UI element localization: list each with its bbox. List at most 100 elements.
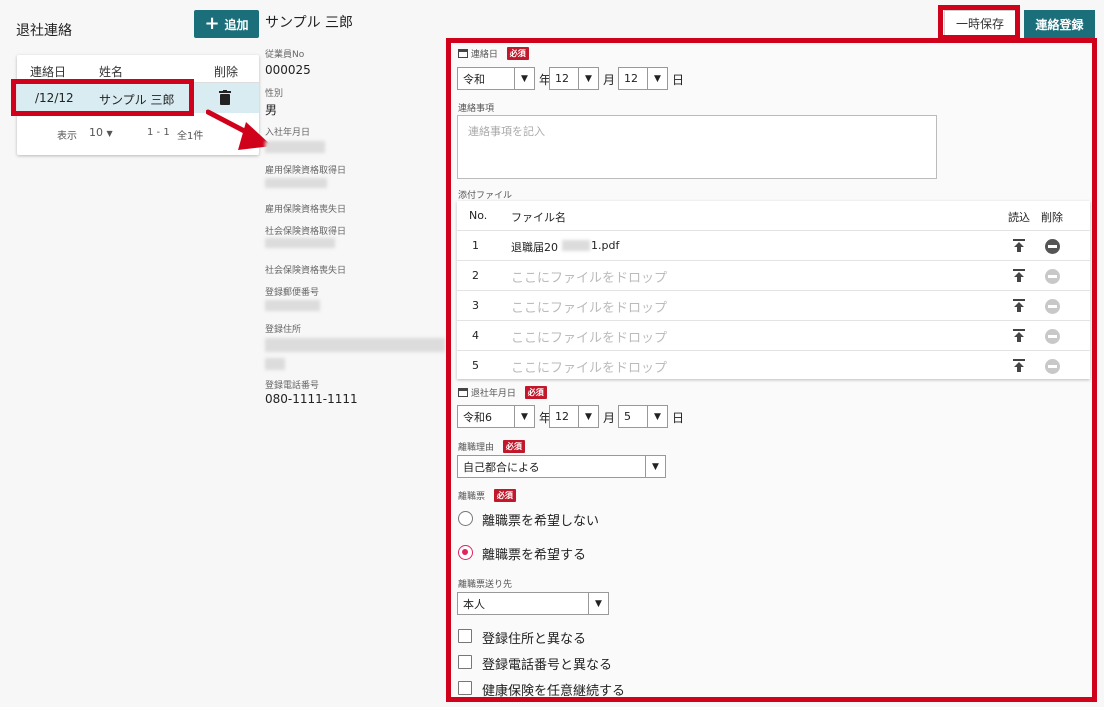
label-address: 登録住所: [265, 325, 302, 335]
radio-slip-yes[interactable]: [458, 545, 473, 560]
contact-month-select[interactable]: 12 ▼: [549, 67, 599, 90]
trash-icon[interactable]: [219, 90, 231, 105]
table-row[interactable]: 3 ここにファイルをドロップ: [457, 291, 1090, 321]
dropdown-arrow-icon: ▼: [514, 68, 534, 89]
dropdown-arrow-icon: ▼: [514, 406, 534, 427]
register-button[interactable]: 連絡登録: [1024, 10, 1095, 38]
page-title: 退社連絡: [16, 23, 72, 39]
label-gender: 性別: [265, 89, 284, 99]
leave-era-select[interactable]: 令和6 ▼: [457, 405, 535, 428]
label-postal: 登録郵便番号: [265, 288, 320, 298]
value-gender: 男: [265, 103, 278, 117]
slip-label: 離職票 必須: [458, 489, 516, 502]
col-name: 姓名: [99, 65, 124, 79]
redacted-address: [265, 338, 445, 352]
drop-zone-text: ここにファイルをドロップ: [511, 361, 668, 376]
highlight-box-temp-save: [938, 5, 1020, 40]
contact-form: 連絡日 必須 令和 ▼ 年 12 ▼ 月 12 ▼ 日 連絡事項 連絡事項を記入 添付…: [446, 38, 1097, 702]
required-badge: 必須: [502, 440, 525, 453]
remove-circle-icon: [1045, 359, 1060, 374]
chevron-down-icon: ▼: [106, 129, 113, 138]
leave-date-label: 退社年月日 必須: [458, 386, 547, 399]
upload-icon[interactable]: [1013, 299, 1025, 312]
label-soc-ins-lose: 社会保険資格喪失日: [265, 266, 347, 276]
dropdown-arrow-icon: ▼: [578, 406, 598, 427]
range-text: 1 - 1: [147, 127, 170, 138]
notes-textarea[interactable]: 連絡事項を記入: [457, 115, 937, 179]
drop-zone-text: ここにファイルをドロップ: [511, 271, 668, 286]
label-emp-ins-lose: 雇用保険資格喪失日: [265, 205, 347, 215]
notes-label: 連絡事項: [458, 104, 495, 114]
reason-select[interactable]: 自己都合による ▼: [457, 455, 666, 478]
required-badge: 必須: [493, 489, 516, 502]
attachments-header: No. ファイル名 読込 削除: [457, 201, 1090, 231]
label-emp-ins-get: 雇用保険資格取得日: [265, 166, 347, 176]
day-unit: 日: [672, 411, 685, 425]
table-row[interactable]: 4 ここにファイルをドロップ: [457, 321, 1090, 351]
highlight-box-row: [11, 79, 194, 116]
table-row: 1 退職届20 1.pdf: [457, 231, 1090, 261]
contact-day-select[interactable]: 12 ▼: [618, 67, 668, 90]
calendar-icon: [458, 49, 468, 58]
redacted-emp-ins-get: [265, 178, 327, 188]
col-delete: 削除: [214, 65, 239, 79]
radio-slip-no[interactable]: [458, 511, 473, 526]
checkbox-health-insurance-label: 健康保険を任意継続する: [482, 684, 626, 699]
checkbox-address-differs-label: 登録住所と異なる: [482, 632, 587, 647]
radio-slip-yes-label: 離職票を希望する: [482, 548, 587, 563]
day-unit: 日: [672, 73, 685, 87]
label-phone: 登録電話番号: [265, 381, 320, 391]
page-size-select[interactable]: 10 ▼: [89, 126, 113, 139]
add-button[interactable]: + 追加: [194, 10, 259, 38]
remove-circle-icon: [1045, 269, 1060, 284]
remove-circle-icon: [1045, 329, 1060, 344]
redacted-file-part: [562, 240, 590, 251]
redacted-address-2: [265, 358, 285, 370]
month-unit: 月: [603, 73, 616, 87]
dropdown-arrow-icon: ▼: [647, 406, 667, 427]
remove-circle-icon[interactable]: [1045, 239, 1060, 254]
checkbox-address-differs[interactable]: [458, 629, 472, 643]
radio-slip-no-label: 離職票を希望しない: [482, 514, 600, 529]
leave-day-select[interactable]: 5 ▼: [618, 405, 668, 428]
col-date: 連絡日: [30, 65, 67, 79]
add-button-label: 追加: [224, 17, 249, 32]
drop-zone-text: ここにファイルをドロップ: [511, 331, 668, 346]
upload-icon[interactable]: [1013, 329, 1025, 342]
upload-icon[interactable]: [1013, 359, 1025, 372]
attachments-label: 添付ファイル: [458, 191, 513, 201]
file-name: 退職届20: [511, 241, 558, 254]
total-text: 全1件: [177, 131, 204, 142]
attachments-table: No. ファイル名 読込 削除 1 退職届20 1.pdf 2 ここにファイルを…: [457, 201, 1090, 379]
dropdown-arrow-icon: ▼: [588, 593, 608, 614]
plus-icon: +: [204, 13, 220, 34]
label-employee-no: 従業員No: [265, 50, 305, 60]
upload-icon[interactable]: [1013, 239, 1025, 252]
redacted-soc-ins-get: [265, 238, 335, 248]
employee-name: サンプル 三郎: [265, 15, 354, 31]
reason-label: 離職理由 必須: [458, 440, 525, 453]
value-phone: 080-1111-1111: [265, 392, 358, 406]
dropdown-arrow-icon: ▼: [645, 456, 665, 477]
dropdown-arrow-icon: ▼: [647, 68, 667, 89]
label-soc-ins-get: 社会保険資格取得日: [265, 227, 347, 237]
table-row[interactable]: 2 ここにファイルをドロップ: [457, 261, 1090, 291]
table-row[interactable]: 5 ここにファイルをドロップ: [457, 351, 1090, 381]
leave-month-select[interactable]: 12 ▼: [549, 405, 599, 428]
calendar-icon: [458, 388, 468, 397]
slip-destination-select[interactable]: 本人 ▼: [457, 592, 609, 615]
checkbox-phone-differs-label: 登録電話番号と異なる: [482, 658, 613, 673]
required-badge: 必須: [524, 386, 547, 399]
upload-icon[interactable]: [1013, 269, 1025, 282]
dropdown-arrow-icon: ▼: [578, 68, 598, 89]
value-employee-no: 000025: [265, 63, 311, 77]
contact-era-select[interactable]: 令和 ▼: [457, 67, 535, 90]
slip-destination-label: 離職票送り先: [458, 580, 513, 590]
redacted-hire-date: [265, 141, 325, 153]
label-hire-date: 入社年月日: [265, 128, 311, 138]
show-label: 表示: [57, 131, 77, 142]
month-unit: 月: [603, 411, 616, 425]
checkbox-health-insurance[interactable]: [458, 681, 472, 695]
checkbox-phone-differs[interactable]: [458, 655, 472, 669]
required-badge: 必須: [506, 47, 529, 60]
